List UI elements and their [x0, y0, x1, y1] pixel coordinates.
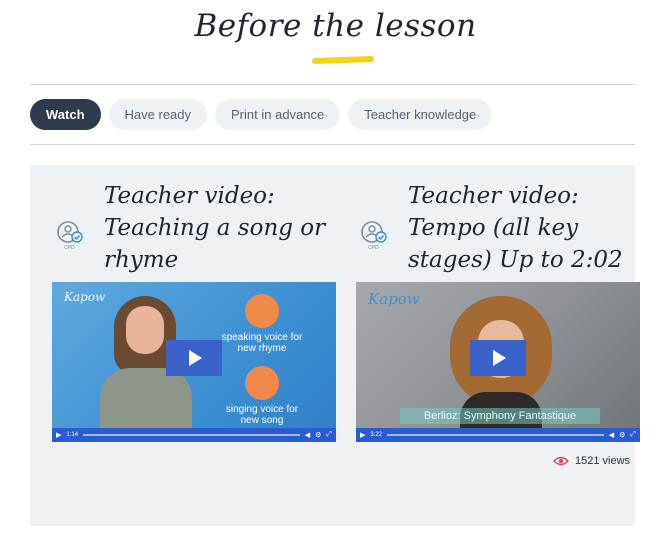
divider [30, 84, 635, 85]
lower-third: Berlioz: Symphony Fantastique [400, 408, 600, 424]
play-button[interactable] [470, 340, 526, 376]
tab-print-in-advance[interactable]: Print in advance [215, 99, 341, 130]
settings-icon[interactable]: ⚙ [315, 431, 321, 439]
video-player[interactable]: Kapow speaking voice for new rhyme singi… [52, 282, 336, 442]
fullscreen-icon[interactable]: ⤢ [630, 431, 636, 439]
tab-teacher-knowledge[interactable]: Teacher knowledge [348, 99, 493, 130]
play-icon [493, 350, 506, 366]
video-time: 1:14 [66, 432, 79, 438]
cpd-icon: CPD [361, 221, 387, 251]
video-title: Teacher video: Tempo (all key stages) Up… [408, 183, 623, 273]
progress-bar[interactable] [83, 434, 300, 436]
play-button[interactable] [166, 340, 222, 376]
settings-icon[interactable]: ⚙ [619, 431, 625, 439]
video-title: Teacher video: Teaching a song or rhyme [104, 183, 326, 273]
video-player[interactable]: Kapow Berlioz: Symphony Fantastique ▶ 3:… [356, 282, 640, 442]
video-caption: singing voice for new song [225, 404, 299, 426]
singing-icon [245, 366, 279, 400]
brand-logo: Kapow [368, 290, 420, 308]
tab-bar: Watch Have ready Print in advance Teache… [30, 99, 493, 130]
progress-bar[interactable] [387, 434, 604, 436]
divider [30, 144, 635, 145]
video-controls[interactable]: ▶ 1:14 ◀ ⚙ ⤢ [52, 428, 336, 442]
page-title: Before the lesson [194, 8, 477, 44]
svg-text:CPD: CPD [368, 245, 379, 251]
lesson-page: Before the lesson Watch Have ready Print… [0, 0, 671, 539]
title-underline [311, 55, 375, 65]
eye-icon [553, 456, 569, 466]
video-caption: speaking voice for new rhyme [221, 332, 303, 354]
tab-watch[interactable]: Watch [30, 99, 101, 130]
svg-text:CPD: CPD [64, 245, 75, 251]
play-icon [189, 350, 202, 366]
volume-icon[interactable]: ◀ [305, 431, 310, 439]
play-small-icon[interactable]: ▶ [360, 431, 365, 439]
cpd-icon: CPD [57, 221, 83, 251]
tab-have-ready[interactable]: Have ready [108, 99, 208, 130]
volume-icon[interactable]: ◀ [609, 431, 614, 439]
play-small-icon[interactable]: ▶ [56, 431, 61, 439]
view-count: 1521 views [553, 455, 630, 467]
video-controls[interactable]: ▶ 3:22 ◀ ⚙ ⤢ [356, 428, 640, 442]
video-time: 3:22 [370, 432, 383, 438]
views-label: 1521 views [575, 455, 631, 467]
fullscreen-icon[interactable]: ⤢ [326, 431, 332, 439]
speaking-icon [245, 294, 279, 328]
